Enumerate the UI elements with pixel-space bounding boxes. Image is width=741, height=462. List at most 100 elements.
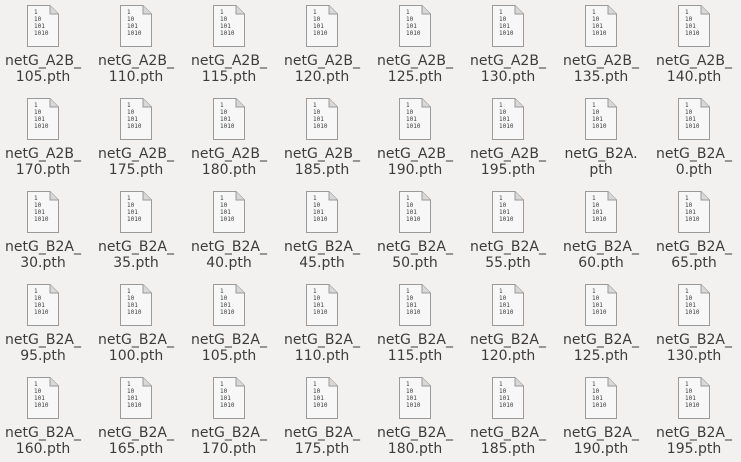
file-item[interactable]: 1 10 101 1010 netG_A2B_ 170.pth — [0, 93, 86, 183]
file-item[interactable]: 1 10 101 1010 netG_B2A_ 40.pth — [186, 186, 272, 276]
file-name: netG_A2B_ 135.pth — [558, 53, 644, 85]
file-name-line: netG_B2A_ — [284, 239, 360, 255]
binary-glyph-line: 10 — [592, 109, 600, 116]
file-icon-grid: 1 10 101 1010 netG_A2B_ 105.pth 1 10 101 1010 netG… — [0, 0, 741, 459]
binary-glyph: 1 10 101 1010 — [592, 102, 606, 130]
file-name: netG_A2B_ 115.pth — [186, 53, 272, 85]
file-item[interactable]: 1 10 101 1010 netG_B2A_ 60.pth — [558, 186, 644, 276]
file-item[interactable]: 1 10 101 1010 netG_B2A_ 185.pth — [465, 372, 551, 462]
binary-file-icon: 1 10 101 1010 — [584, 4, 618, 48]
file-item[interactable]: 1 10 101 1010 netG_B2A_ 115.pth — [372, 279, 458, 369]
binary-glyph-line: 1010 — [685, 309, 700, 316]
binary-glyph-line: 10 — [127, 388, 135, 395]
binary-file-icon: 1 10 101 1010 — [305, 376, 339, 420]
binary-glyph-line: 10 — [313, 16, 321, 23]
binary-glyph-line: 1010 — [592, 309, 607, 316]
file-item[interactable]: 1 10 101 1010 netG_A2B_ 120.pth — [279, 0, 365, 90]
binary-glyph: 1 10 101 1010 — [499, 195, 513, 223]
binary-glyph-line: 1 — [313, 195, 317, 202]
file-item[interactable]: 1 10 101 1010 netG_A2B_ 185.pth — [279, 93, 365, 183]
file-name: netG_A2B_ 195.pth — [465, 146, 551, 178]
binary-glyph-line: 1010 — [127, 30, 142, 37]
file-name-line: netG_B2A_ — [377, 425, 453, 441]
binary-glyph-line: 1010 — [127, 402, 142, 409]
binary-glyph: 1 10 101 1010 — [313, 195, 327, 223]
file-name: netG_B2A_ 50.pth — [372, 239, 458, 271]
binary-glyph-line: 1010 — [406, 402, 421, 409]
file-item[interactable]: 1 10 101 1010 netG_B2A_ 175.pth — [279, 372, 365, 462]
binary-glyph-line: 1 — [220, 195, 224, 202]
file-name-line: 0.pth — [675, 162, 713, 178]
file-item[interactable]: 1 10 101 1010 netG_B2A_ 95.pth — [0, 279, 86, 369]
file-name-line: netG_B2A_ — [284, 332, 360, 348]
file-name-line: pth — [589, 162, 613, 178]
binary-glyph-line: 10 — [406, 295, 414, 302]
file-item[interactable]: 1 10 101 1010 netG_B2A_ 130.pth — [651, 279, 737, 369]
file-item[interactable]: 1 10 101 1010 netG_A2B_ 115.pth — [186, 0, 272, 90]
binary-glyph: 1 10 101 1010 — [499, 288, 513, 316]
file-name-line: 195.pth — [666, 441, 722, 457]
file-item[interactable]: 1 10 101 1010 netG_A2B_ 130.pth — [465, 0, 551, 90]
file-item[interactable]: 1 10 101 1010 netG_B2A_ 120.pth — [465, 279, 551, 369]
file-item[interactable]: 1 10 101 1010 netG_B2A_ 55.pth — [465, 186, 551, 276]
file-item[interactable]: 1 10 101 1010 netG_B2A_ 105.pth — [186, 279, 272, 369]
binary-glyph-line: 1010 — [220, 402, 235, 409]
file-item[interactable]: 1 10 101 1010 netG_B2A_ 180.pth — [372, 372, 458, 462]
file-item[interactable]: 1 10 101 1010 netG_B2A_ 195.pth — [651, 372, 737, 462]
file-name-line: netG_B2A_ — [563, 239, 639, 255]
file-name-line: netG_B2A_ — [377, 332, 453, 348]
binary-glyph: 1 10 101 1010 — [127, 381, 141, 409]
file-item[interactable]: 1 10 101 1010 netG_B2A_ 170.pth — [186, 372, 272, 462]
binary-glyph: 1 10 101 1010 — [220, 102, 234, 130]
file-item[interactable]: 1 10 101 1010 netG_B2A_ 165.pth — [93, 372, 179, 462]
file-item[interactable]: 1 10 101 1010 netG_B2A_ 110.pth — [279, 279, 365, 369]
binary-glyph-line: 1010 — [313, 309, 328, 316]
binary-glyph-line: 1010 — [313, 30, 328, 37]
file-name-line: netG_A2B_ — [191, 146, 267, 162]
binary-glyph: 1 10 101 1010 — [127, 9, 141, 37]
file-name: netG_B2A_ 170.pth — [186, 425, 272, 457]
file-item[interactable]: 1 10 101 1010 netG_B2A_ 45.pth — [279, 186, 365, 276]
binary-glyph-line: 101 — [220, 23, 231, 30]
file-item[interactable]: 1 10 101 1010 netG_B2A_ 100.pth — [93, 279, 179, 369]
file-item[interactable]: 1 10 101 1010 netG_B2A_ 160.pth — [0, 372, 86, 462]
binary-glyph-line: 1 — [685, 195, 689, 202]
file-item[interactable]: 1 10 101 1010 netG_B2A_ 125.pth — [558, 279, 644, 369]
file-item[interactable]: 1 10 101 1010 netG_A2B_ 175.pth — [93, 93, 179, 183]
file-item[interactable]: 1 10 101 1010 netG_B2A_ 65.pth — [651, 186, 737, 276]
file-item[interactable]: 1 10 101 1010 netG_B2A. pth — [558, 93, 644, 183]
binary-glyph-line: 1010 — [499, 402, 514, 409]
file-item[interactable]: 1 10 101 1010 netG_B2A_ 190.pth — [558, 372, 644, 462]
file-item[interactable]: 1 10 101 1010 netG_A2B_ 190.pth — [372, 93, 458, 183]
binary-glyph-line: 101 — [685, 302, 696, 309]
file-name-line: 115.pth — [201, 69, 257, 85]
file-name-line: netG_B2A_ — [191, 332, 267, 348]
binary-glyph-line: 1010 — [499, 123, 514, 130]
file-name-line: 50.pth — [392, 255, 438, 271]
file-name-line: netG_A2B_ — [656, 53, 732, 69]
file-item[interactable]: 1 10 101 1010 netG_B2A_ 35.pth — [93, 186, 179, 276]
file-name-line: netG_B2A_ — [563, 425, 639, 441]
file-item[interactable]: 1 10 101 1010 netG_B2A_ 0.pth — [651, 93, 737, 183]
binary-glyph-line: 1 — [406, 288, 410, 295]
binary-glyph-line: 10 — [34, 202, 42, 209]
binary-file-icon: 1 10 101 1010 — [26, 283, 60, 327]
binary-file-icon: 1 10 101 1010 — [212, 4, 246, 48]
binary-glyph-line: 1010 — [685, 123, 700, 130]
binary-glyph-line: 1010 — [685, 402, 700, 409]
file-item[interactable]: 1 10 101 1010 netG_A2B_ 135.pth — [558, 0, 644, 90]
binary-glyph-line: 101 — [127, 302, 138, 309]
file-item[interactable]: 1 10 101 1010 netG_A2B_ 110.pth — [93, 0, 179, 90]
binary-glyph-line: 1 — [499, 9, 503, 16]
file-item[interactable]: 1 10 101 1010 netG_A2B_ 105.pth — [0, 0, 86, 90]
file-item[interactable]: 1 10 101 1010 netG_A2B_ 195.pth — [465, 93, 551, 183]
file-name-line: netG_A2B_ — [377, 53, 453, 69]
file-name-line: netG_B2A. — [564, 146, 638, 162]
file-item[interactable]: 1 10 101 1010 netG_B2A_ 30.pth — [0, 186, 86, 276]
file-item[interactable]: 1 10 101 1010 netG_B2A_ 50.pth — [372, 186, 458, 276]
file-item[interactable]: 1 10 101 1010 netG_A2B_ 180.pth — [186, 93, 272, 183]
binary-glyph-line: 1 — [499, 288, 503, 295]
file-name-line: 185.pth — [480, 441, 536, 457]
file-item[interactable]: 1 10 101 1010 netG_A2B_ 140.pth — [651, 0, 737, 90]
file-item[interactable]: 1 10 101 1010 netG_A2B_ 125.pth — [372, 0, 458, 90]
